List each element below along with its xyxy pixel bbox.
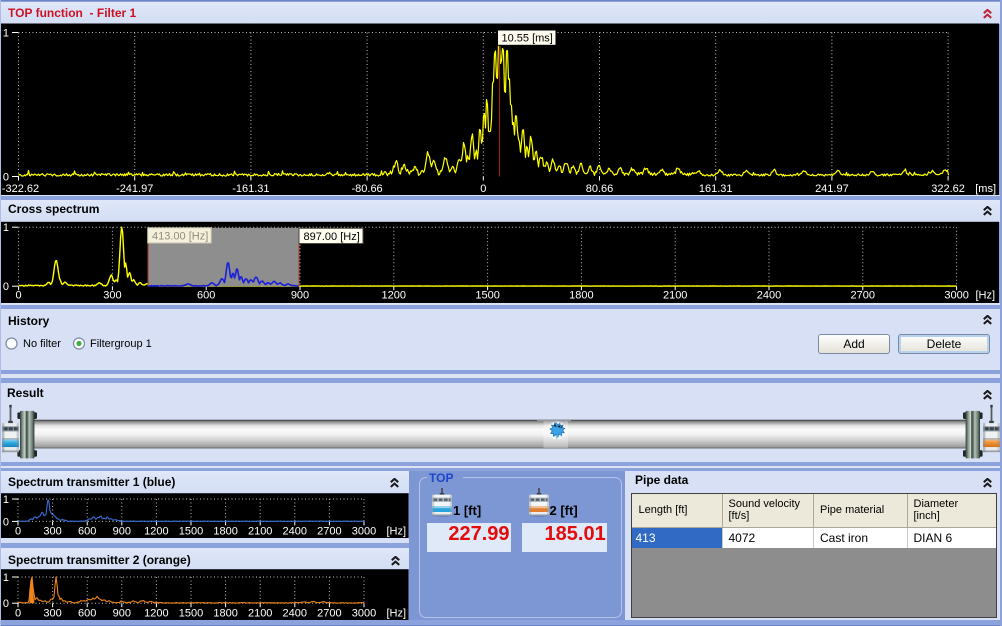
svg-text:3000: 3000 <box>944 289 968 301</box>
svg-text:300: 300 <box>43 608 61 620</box>
svg-text:2100: 2100 <box>663 289 687 301</box>
svg-text:600: 600 <box>78 608 96 620</box>
svg-text:2100: 2100 <box>248 608 272 620</box>
svg-text:1: 1 <box>3 572 9 584</box>
svg-text:1200: 1200 <box>144 608 168 620</box>
svg-text:[Hz]: [Hz] <box>975 289 995 301</box>
svg-text:2400: 2400 <box>757 289 781 301</box>
svg-text:900: 900 <box>113 608 131 620</box>
svg-text:1800: 1800 <box>213 608 237 620</box>
svg-text:3000: 3000 <box>352 608 376 620</box>
svg-text:2400: 2400 <box>283 608 307 620</box>
svg-text:0: 0 <box>3 598 9 610</box>
svg-text:1500: 1500 <box>475 289 499 301</box>
svg-text:2700: 2700 <box>317 608 341 620</box>
svg-text:[Hz]: [Hz] <box>386 608 406 620</box>
svg-text:1500: 1500 <box>179 608 203 620</box>
svg-text:1800: 1800 <box>569 289 593 301</box>
svg-text:0: 0 <box>15 608 21 620</box>
svg-text:2700: 2700 <box>851 289 875 301</box>
